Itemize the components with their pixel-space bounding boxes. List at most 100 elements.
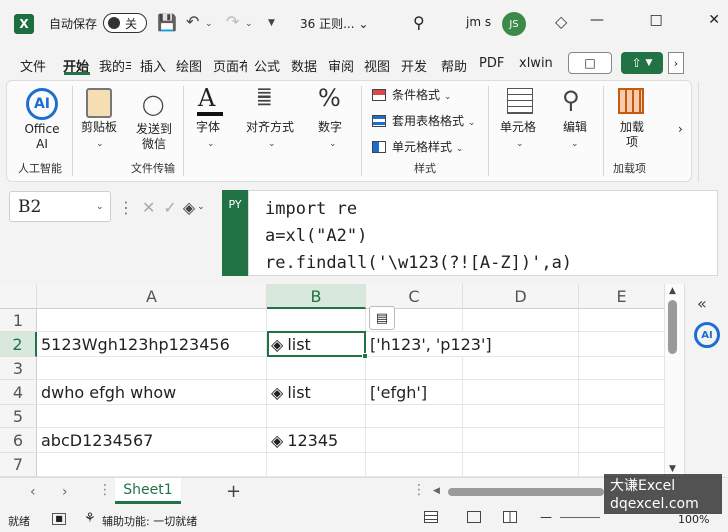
name-box[interactable]: B2 ⌄ (9, 191, 111, 222)
column-header-d[interactable]: D (463, 284, 579, 309)
tab-xlwin[interactable]: xlwin (519, 56, 553, 71)
cells-button[interactable]: 单元格 (500, 120, 536, 135)
page-break-view-icon[interactable] (503, 511, 517, 523)
cell-d7[interactable] (463, 453, 579, 477)
page-layout-view-icon[interactable] (467, 511, 481, 523)
cell-a7[interactable] (37, 453, 267, 477)
column-header-e[interactable]: E (579, 284, 665, 309)
python-output-icon[interactable]: ◈ (183, 198, 195, 217)
row-header-4[interactable]: 4 (0, 380, 37, 405)
cell-c6[interactable] (366, 428, 463, 453)
collapse-pane-icon[interactable]: « (697, 294, 707, 313)
maximize-icon[interactable]: □ (650, 12, 663, 36)
cell-d2[interactable] (463, 332, 579, 357)
chevron-down-icon[interactable]: ⌄ (571, 137, 579, 152)
zoom-level[interactable]: 100% (678, 513, 709, 526)
edit-button[interactable]: 编辑 (563, 120, 587, 135)
formula-input[interactable]: import re a=xl("A2") re.findall('\w123(?![… (248, 190, 718, 276)
python-object-icon[interactable]: ◈ (271, 383, 283, 402)
chevron-down-icon[interactable]: ⌄ (207, 137, 215, 152)
redo-dropdown-icon[interactable]: ⌄ (245, 19, 253, 29)
tab-insert[interactable]: 插入 (140, 56, 166, 75)
undo-icon[interactable]: ↶ (186, 12, 199, 31)
tab-help[interactable]: 帮助 (441, 56, 467, 75)
chevron-down-icon[interactable]: ⌄ (96, 137, 104, 152)
wechat-icon[interactable]: ◯ (142, 92, 164, 116)
avatar[interactable]: JS (502, 12, 526, 36)
clipboard-button[interactable]: 剪贴板 (78, 120, 120, 135)
clipboard-icon[interactable] (86, 88, 112, 118)
send-wechat-button[interactable]: 发送到微信 (136, 122, 172, 152)
sheet-options-icon[interactable]: ⋮ (98, 482, 112, 498)
chevron-down-icon[interactable]: ⌄ (516, 137, 524, 152)
addins-button[interactable]: 加载项 (620, 120, 644, 150)
vertical-scroll-thumb[interactable] (668, 300, 677, 354)
cell-e3[interactable] (579, 357, 665, 380)
tab-view[interactable]: 视图 (364, 56, 390, 75)
cell-style-icon[interactable] (372, 141, 386, 153)
worksheet-grid[interactable]: A B C D E 1 2 3 4 5 6 7 5123Wgh123hp1234… (0, 284, 665, 477)
chevron-down-icon[interactable]: ⌄ (329, 137, 337, 152)
addins-icon[interactable] (618, 88, 644, 114)
file-name[interactable]: 36 正则... ⌄ (300, 15, 368, 32)
cell-c7[interactable] (366, 453, 463, 477)
conditional-format-icon[interactable] (372, 89, 386, 101)
tab-pdf[interactable]: PDF (479, 56, 504, 71)
tab-developer[interactable]: 开发 (401, 56, 427, 75)
cell-b6[interactable]: ◈ 12345 (267, 428, 366, 453)
font-icon[interactable]: A (198, 84, 215, 112)
cell-c3[interactable] (366, 357, 463, 380)
chevron-down-icon[interactable]: ⌄ (197, 202, 205, 212)
table-format-icon[interactable] (372, 115, 386, 127)
normal-view-icon[interactable] (424, 511, 438, 523)
select-all-corner[interactable] (0, 284, 37, 309)
horizontal-scroll-thumb[interactable] (448, 488, 604, 496)
cell-b1[interactable] (267, 309, 366, 332)
cell-a1[interactable] (37, 309, 267, 332)
office-ai-button[interactable]: Office AI (18, 122, 66, 152)
close-icon[interactable]: ✕ (708, 12, 720, 36)
cell-style-button[interactable]: 单元格样式 ⌄ (392, 140, 463, 157)
cell-a3[interactable] (37, 357, 267, 380)
ribbon-scroll-button[interactable]: › (668, 52, 684, 74)
zoom-slider[interactable] (560, 517, 600, 518)
conditional-format-button[interactable]: 条件格式 ⌄ (392, 88, 451, 105)
share-button[interactable]: ⇧ ▼ (621, 52, 663, 74)
row-header-7[interactable]: 7 (0, 453, 37, 477)
chevron-down-icon[interactable]: ⌄ (96, 202, 104, 212)
percent-icon[interactable]: % (318, 84, 341, 112)
scroll-up-icon[interactable]: ▲ (669, 286, 676, 296)
cell-c4[interactable]: ['efgh'] (366, 380, 463, 405)
redo-icon[interactable]: ↷ (226, 12, 239, 31)
prev-sheet-icon[interactable]: ‹ (30, 484, 36, 500)
cell-a2[interactable]: 5123Wgh123hp123456 (37, 332, 267, 357)
chevron-down-icon[interactable]: ⌄ (268, 137, 276, 152)
ribbon-scroll-right-icon[interactable]: › (678, 122, 683, 136)
office-ai-icon[interactable]: AI (26, 88, 58, 120)
cell-d1[interactable] (463, 309, 579, 332)
next-sheet-icon[interactable]: › (62, 484, 68, 500)
cell-d4[interactable] (463, 380, 579, 405)
cell-d5[interactable] (463, 405, 579, 428)
row-header-2[interactable]: 2 (0, 332, 37, 357)
number-button[interactable]: 数字 (318, 120, 342, 135)
tab-my[interactable]: 我的丰 (99, 56, 131, 75)
cell-b5[interactable] (267, 405, 366, 428)
cell-b4[interactable]: ◈ list (267, 380, 366, 405)
cell-e6[interactable] (579, 428, 665, 453)
autosave-toggle[interactable]: 关 (103, 13, 147, 33)
customize-toolbar-icon[interactable]: ▼ (268, 18, 275, 28)
table-format-button[interactable]: 套用表格格式 ⌄ (392, 114, 475, 131)
cell-b7[interactable] (267, 453, 366, 477)
undo-dropdown-icon[interactable]: ⌄ (205, 19, 213, 29)
cell-d3[interactable] (463, 357, 579, 380)
cell-e2[interactable] (579, 332, 665, 357)
python-object-icon[interactable]: ◈ (271, 431, 283, 450)
diamond-icon[interactable]: ◇ (555, 12, 567, 31)
row-header-5[interactable]: 5 (0, 405, 37, 428)
scroll-left-icon[interactable]: ◀ (433, 486, 440, 496)
cell-c2[interactable]: ['h123', 'p123'] (366, 332, 492, 357)
cell-b3[interactable] (267, 357, 366, 380)
scroll-down-icon[interactable]: ▼ (669, 464, 676, 474)
accessibility-icon[interactable]: ⚘ (84, 511, 96, 526)
